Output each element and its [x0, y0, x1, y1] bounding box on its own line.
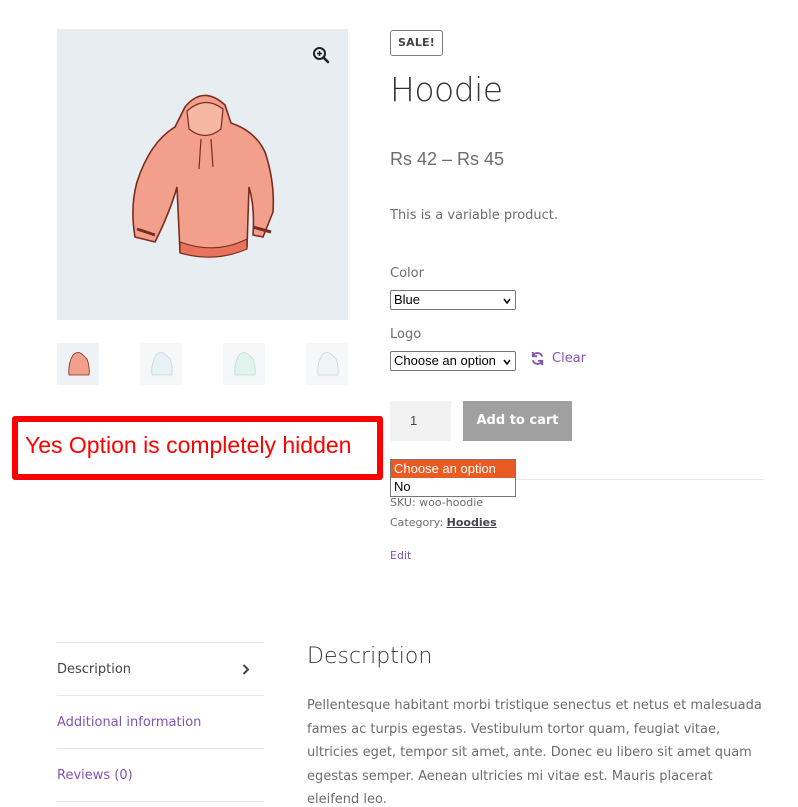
tab-additional-information[interactable]: Additional information: [57, 695, 264, 748]
clear-label: Clear: [552, 351, 586, 366]
tab-reviews[interactable]: Reviews (0): [57, 748, 264, 801]
color-select-value: Blue: [394, 292, 421, 307]
product-sku: SKU: woo-hoodie: [390, 496, 484, 509]
zoom-in-icon[interactable]: [312, 46, 330, 64]
chevron-down-icon: [503, 298, 511, 305]
tab-label: Reviews (0): [57, 768, 133, 783]
annotation-callout: Yes Option is completely hidden: [12, 416, 383, 480]
hoodie-thumb-icon: [151, 352, 173, 376]
category-prefix: Category:: [390, 516, 447, 529]
product-title: Hoodie: [390, 70, 503, 109]
color-select[interactable]: Blue: [390, 290, 516, 310]
thumbnail-orange[interactable]: [57, 343, 99, 385]
clear-variations-link[interactable]: Clear: [530, 351, 586, 366]
logo-dropdown-list: Choose an option No: [390, 459, 516, 497]
quantity-input[interactable]: 1: [390, 401, 451, 441]
description-body: Pellentesque habitant morbi tristique se…: [307, 698, 762, 807]
product-tabs: Description Additional information Revie…: [57, 642, 264, 802]
logo-select[interactable]: Choose an option: [390, 351, 516, 371]
product-price: Rs 42 – Rs 45: [390, 149, 505, 169]
logo-select-value: Choose an option: [394, 353, 496, 368]
chevron-right-icon: [242, 664, 250, 675]
refresh-icon: [531, 351, 544, 366]
hoodie-thumb-icon: [234, 352, 256, 376]
tab-label: Additional information: [57, 715, 202, 730]
annotation-text: Yes Option is completely hidden: [25, 432, 352, 458]
thumbnail-white[interactable]: [306, 343, 348, 385]
color-label: Color: [390, 266, 424, 281]
gallery-thumbnails: [57, 343, 348, 385]
logo-label: Logo: [390, 327, 422, 342]
category-link[interactable]: Hoodies: [447, 516, 497, 529]
add-to-cart-button[interactable]: Add to cart: [463, 401, 572, 441]
tab-description[interactable]: Description: [57, 642, 264, 695]
sale-badge: SALE!: [390, 30, 443, 56]
tab-label: Description: [57, 662, 132, 677]
product-main-image[interactable]: [57, 29, 348, 320]
logo-option[interactable]: Choose an option: [391, 460, 515, 478]
hoodie-thumb-icon: [68, 352, 90, 376]
thumbnail-green[interactable]: [223, 343, 265, 385]
logo-option[interactable]: No: [391, 478, 515, 496]
hoodie-thumb-icon: [317, 352, 339, 376]
chevron-down-icon: [503, 359, 511, 366]
thumbnail-blue[interactable]: [140, 343, 182, 385]
description-heading: Description: [307, 644, 433, 669]
product-category: Category: Hoodies: [390, 516, 497, 529]
hoodie-image: [132, 94, 275, 258]
short-description: This is a variable product.: [390, 208, 559, 223]
edit-link[interactable]: Edit: [390, 549, 411, 562]
